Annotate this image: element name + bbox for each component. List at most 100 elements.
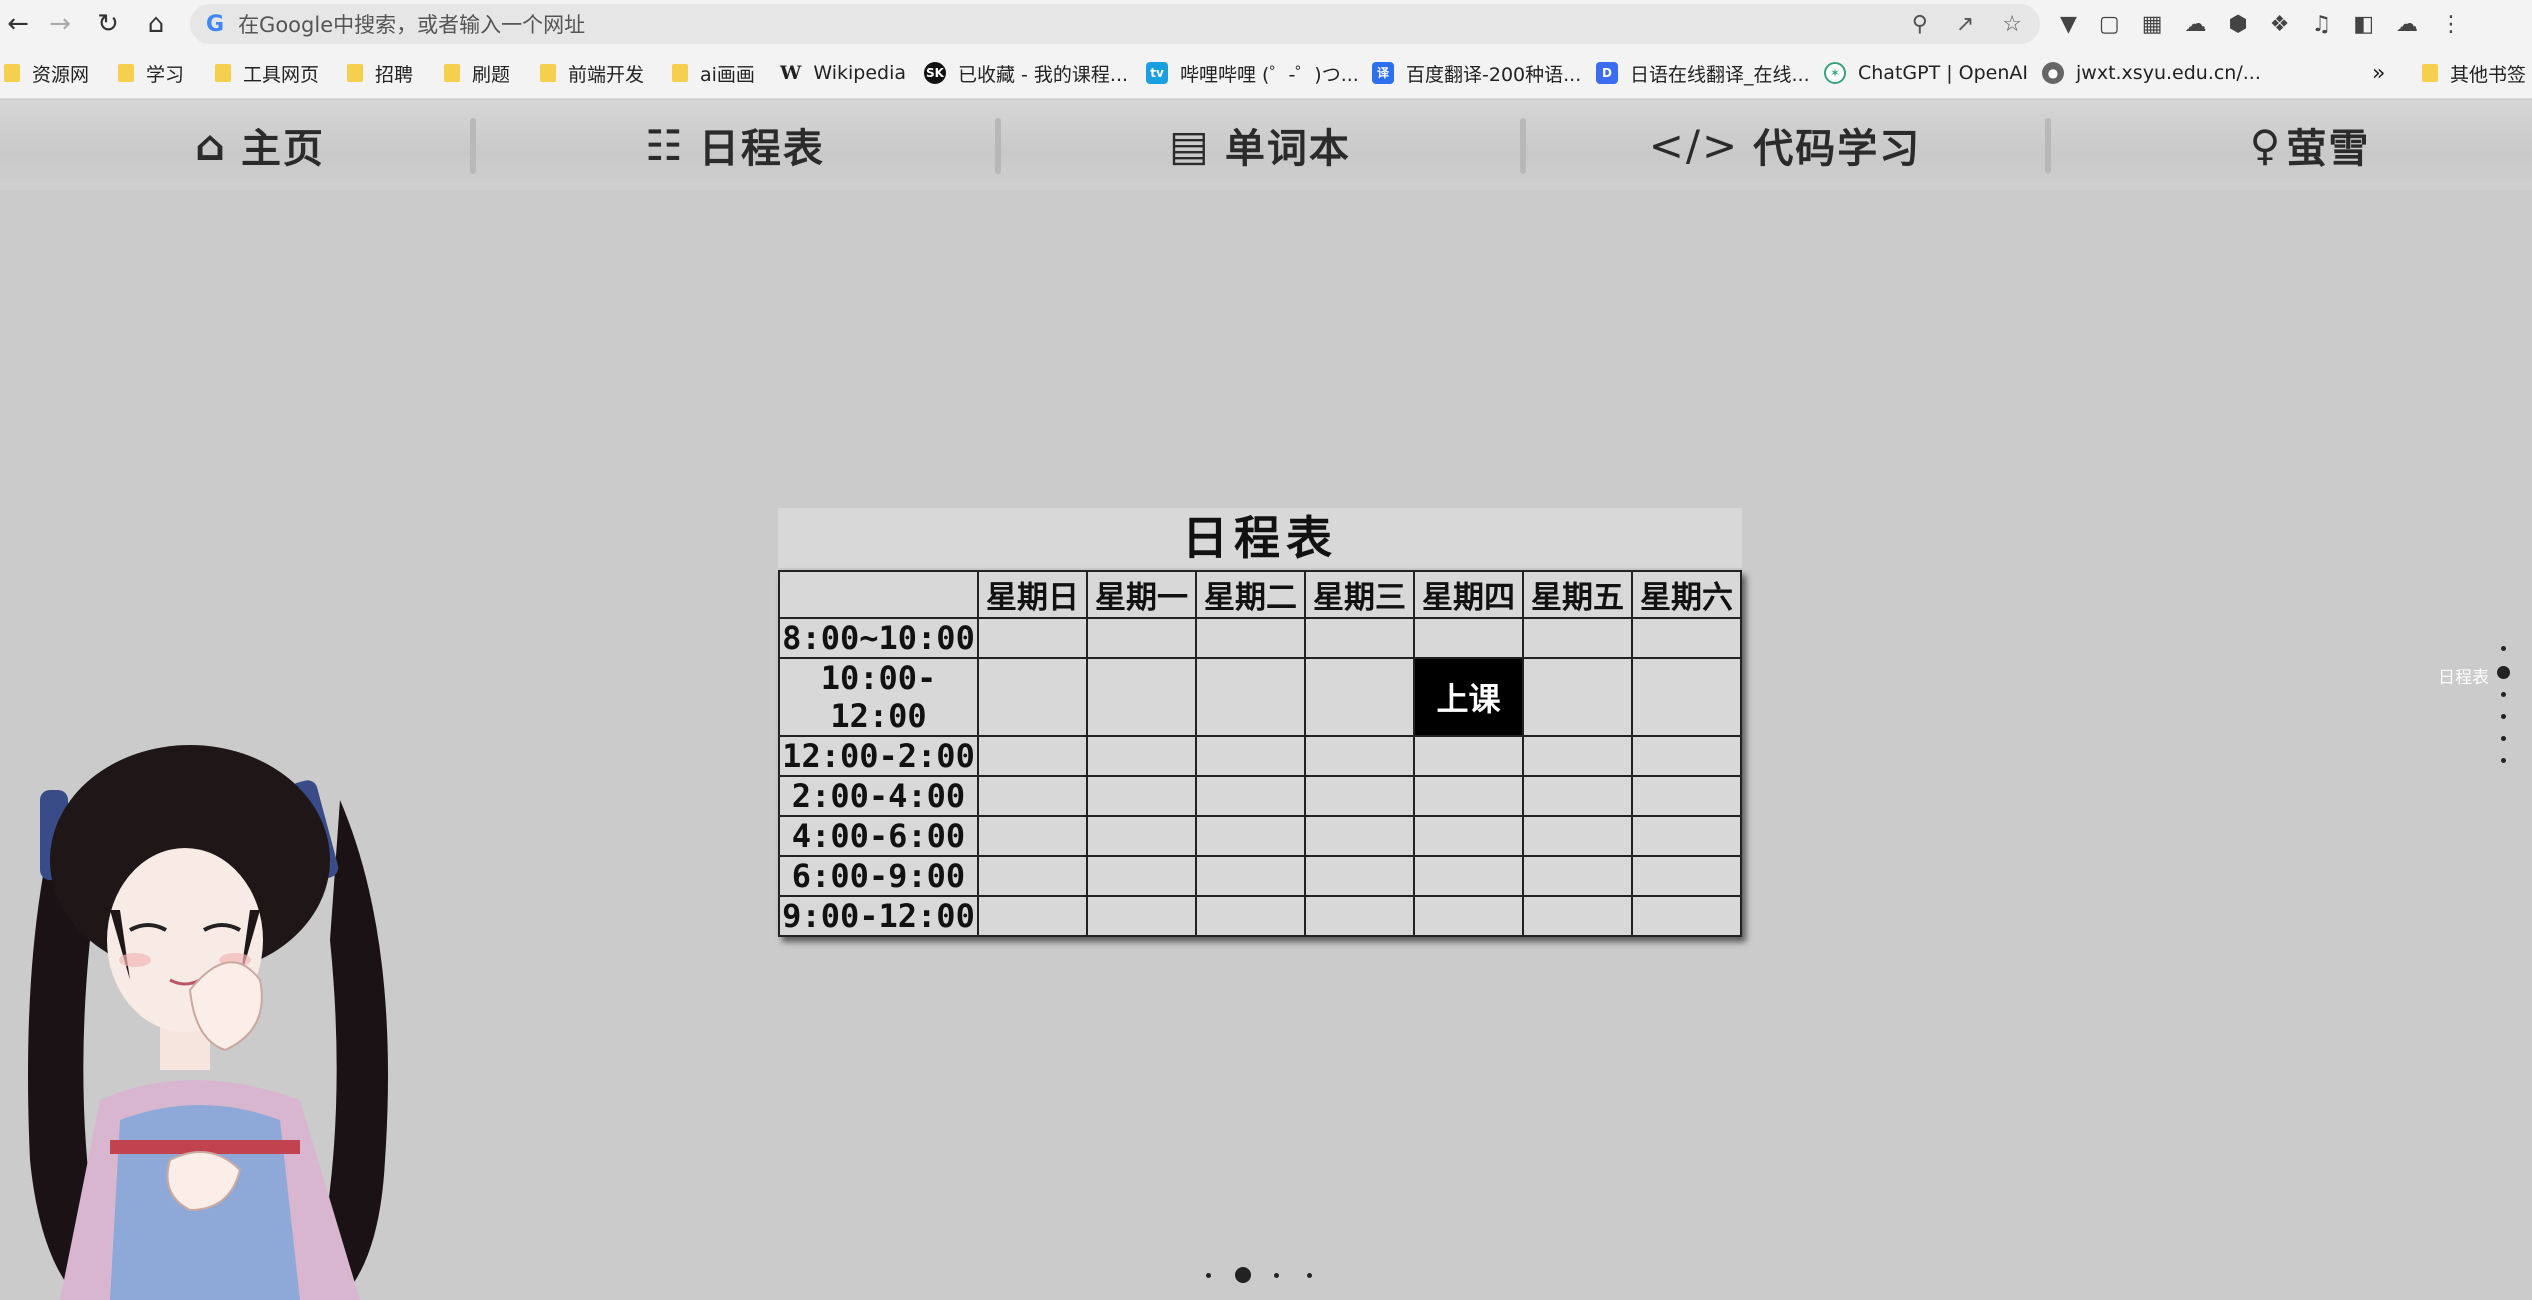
slide-dot-active[interactable]: [1235, 1267, 1251, 1283]
schedule-cell[interactable]: [1631, 895, 1742, 937]
schedule-cell[interactable]: [1304, 775, 1415, 817]
schedule-cell[interactable]: [1631, 855, 1742, 897]
schedule-cell[interactable]: [1304, 617, 1415, 659]
schedule-cell[interactable]: [1413, 815, 1524, 857]
share-icon[interactable]: ↗: [1956, 12, 1974, 37]
schedule-cell[interactable]: [1195, 735, 1306, 777]
extension-grid-icon[interactable]: ▦: [2142, 12, 2163, 37]
schedule-cell[interactable]: [1413, 855, 1524, 897]
schedule-cell[interactable]: [1413, 617, 1524, 659]
schedule-cell[interactable]: [1195, 617, 1306, 659]
schedule-cell[interactable]: [977, 815, 1088, 857]
schedule-cell[interactable]: [1086, 617, 1197, 659]
schedule-cell[interactable]: [1522, 657, 1633, 737]
media-icon[interactable]: ♫: [2311, 12, 2331, 37]
schedule-cell[interactable]: [1413, 895, 1524, 937]
page-dot[interactable]: [2501, 692, 2506, 697]
schedule-cell[interactable]: [1631, 657, 1742, 737]
bookmark-wikipedia[interactable]: W Wikipedia: [780, 60, 906, 86]
schedule-cell[interactable]: [977, 657, 1088, 737]
schedule-cell[interactable]: [977, 895, 1088, 937]
schedule-cell[interactable]: [1413, 735, 1524, 777]
page-dot[interactable]: [2501, 736, 2506, 741]
schedule-cell[interactable]: [1413, 775, 1524, 817]
bookmark-jwxt[interactable]: ● jwxt.xsyu.edu.cn/...: [2042, 60, 2261, 86]
extension-hex-icon[interactable]: ⬢: [2229, 12, 2248, 37]
nav-item-vocabulary[interactable]: ▤ 单词本: [1000, 100, 1520, 190]
schedule-cell[interactable]: [1631, 775, 1742, 817]
extension-window-icon[interactable]: ▢: [2099, 12, 2120, 37]
schedule-cell[interactable]: [1304, 657, 1415, 737]
extension-v-icon[interactable]: ▼: [2060, 12, 2077, 37]
nav-item-code[interactable]: </> 代码学习: [1525, 100, 2045, 190]
day-header: 星期五: [1522, 570, 1633, 619]
slide-dot[interactable]: [1307, 1273, 1312, 1278]
zoom-icon[interactable]: ⚲: [1912, 12, 1928, 37]
bookmark-chatgpt[interactable]: ✶ ChatGPT | OpenAI: [1824, 60, 2028, 86]
schedule-cell[interactable]: [1522, 617, 1633, 659]
schedule-cell[interactable]: [1086, 775, 1197, 817]
schedule-cell[interactable]: [1086, 735, 1197, 777]
schedule-cell-class[interactable]: 上课: [1413, 657, 1524, 737]
schedule-cell[interactable]: [1522, 735, 1633, 777]
bookmark-japanese-translate[interactable]: D 日语在线翻译_在线...: [1596, 60, 1810, 86]
schedule-cell[interactable]: [977, 617, 1088, 659]
sidepanel-icon[interactable]: ◧: [2353, 12, 2374, 37]
nav-item-yingxue[interactable]: ♀ 萤雪: [2050, 100, 2532, 190]
bookmark-baidu-translate[interactable]: 译百度翻译-200种语...: [1372, 60, 1581, 86]
bookmark-course[interactable]: SK 已收藏 - 我的课程...: [924, 60, 1128, 86]
bookmark-folder[interactable]: 招聘: [347, 60, 413, 86]
schedule-cell[interactable]: [977, 775, 1088, 817]
menu-icon[interactable]: ⋮: [2440, 12, 2462, 37]
omnibox[interactable]: G 在Google中搜索，或者输入一个网址 ⚲ ↗ ☆: [190, 4, 2040, 44]
schedule-cell[interactable]: [1522, 815, 1633, 857]
schedule-cell[interactable]: [1304, 735, 1415, 777]
page-dot[interactable]: [2501, 758, 2506, 763]
page-dot-active[interactable]: [2497, 666, 2510, 679]
schedule-cell[interactable]: [1304, 895, 1415, 937]
schedule-cell[interactable]: [1086, 657, 1197, 737]
schedule-cell[interactable]: [1086, 855, 1197, 897]
mascot-character[interactable]: [0, 740, 420, 1300]
bookmark-folder[interactable]: ai画画: [672, 60, 755, 86]
schedule-cell[interactable]: [1522, 855, 1633, 897]
schedule-cell[interactable]: [1195, 855, 1306, 897]
reload-icon[interactable]: ↻: [90, 6, 126, 42]
schedule-cell[interactable]: [1631, 815, 1742, 857]
schedule-cell[interactable]: [1195, 775, 1306, 817]
more-bookmarks-button[interactable]: »: [2372, 60, 2385, 86]
bookmark-folder[interactable]: 工具网页: [215, 60, 319, 86]
page-dot[interactable]: [2501, 714, 2506, 719]
schedule-cell[interactable]: [1086, 895, 1197, 937]
nav-item-schedule[interactable]: ☷ 日程表: [475, 100, 995, 190]
extension-cloud2-icon[interactable]: ☁: [2396, 12, 2418, 37]
back-icon[interactable]: ←: [0, 6, 36, 42]
other-bookmarks-folder[interactable]: 其他书签: [2422, 60, 2526, 86]
home-browser-icon[interactable]: ⌂: [138, 6, 174, 42]
bookmark-bilibili[interactable]: tv 哔哩哔哩 (゜-゜)つ...: [1146, 60, 1359, 86]
nav-item-home[interactable]: ⌂ 主页: [0, 100, 520, 190]
bookmark-folder[interactable]: 刷题: [444, 60, 510, 86]
extension-cloud-icon[interactable]: ☁: [2185, 12, 2207, 37]
schedule-cell[interactable]: [977, 735, 1088, 777]
slide-dot[interactable]: [1274, 1273, 1279, 1278]
schedule-cell[interactable]: [1631, 735, 1742, 777]
schedule-cell[interactable]: [1195, 815, 1306, 857]
slide-dot[interactable]: [1206, 1273, 1211, 1278]
schedule-cell[interactable]: [1631, 617, 1742, 659]
bookmark-folder[interactable]: 资源网: [4, 60, 89, 86]
schedule-cell[interactable]: [1195, 895, 1306, 937]
puzzle-icon[interactable]: ❖: [2270, 12, 2290, 37]
forward-icon[interactable]: →: [42, 6, 78, 42]
schedule-cell[interactable]: [1522, 895, 1633, 937]
schedule-cell[interactable]: [1522, 775, 1633, 817]
page-dot[interactable]: [2501, 646, 2506, 651]
bookmark-folder[interactable]: 前端开发: [540, 60, 644, 86]
schedule-cell[interactable]: [1304, 855, 1415, 897]
schedule-cell[interactable]: [1304, 815, 1415, 857]
schedule-cell[interactable]: [1086, 815, 1197, 857]
star-icon[interactable]: ☆: [2002, 12, 2022, 37]
schedule-cell[interactable]: [1195, 657, 1306, 737]
bookmark-folder[interactable]: 学习: [118, 60, 184, 86]
schedule-cell[interactable]: [977, 855, 1088, 897]
